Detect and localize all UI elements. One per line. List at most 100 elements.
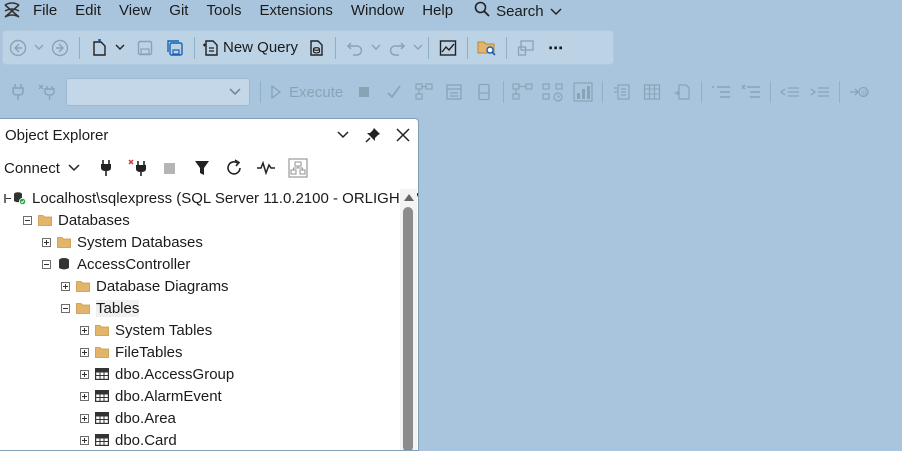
- results-to-file-button[interactable]: [670, 79, 694, 105]
- object-explorer-tree: Localhost\sqlexpress (SQL Server 11.0.21…: [0, 187, 418, 450]
- expand-plus-icon[interactable]: [42, 237, 51, 247]
- save-button[interactable]: [133, 35, 157, 61]
- results-to-text-button[interactable]: [610, 79, 634, 105]
- activity-monitor-button[interactable]: [436, 35, 460, 61]
- results-text-icon: [614, 84, 630, 100]
- window-position-button[interactable]: [328, 120, 358, 150]
- navigate-back-button[interactable]: [6, 35, 30, 61]
- indent-icon: [810, 87, 830, 97]
- auto-hide-button[interactable]: [358, 120, 388, 150]
- navigate-forward-button[interactable]: [48, 35, 72, 61]
- expand-plus-icon[interactable]: [80, 391, 89, 401]
- include-actual-plan-button[interactable]: [511, 79, 535, 105]
- toolbar-separator: [839, 81, 841, 103]
- filter-button[interactable]: [186, 154, 218, 182]
- change-connection-button[interactable]: [36, 79, 60, 105]
- tree-node[interactable]: dbo.Card: [0, 429, 400, 450]
- execute-button[interactable]: Execute: [265, 84, 349, 101]
- stop-button[interactable]: [154, 154, 186, 182]
- more-options-button[interactable]: ⋯: [544, 35, 568, 61]
- menu-view[interactable]: View: [110, 0, 160, 22]
- menu-extensions[interactable]: Extensions: [250, 0, 341, 22]
- toolbar-separator: [770, 81, 772, 103]
- database-engine-query-button[interactable]: [304, 35, 328, 61]
- cancel-query-button[interactable]: [352, 79, 376, 105]
- expand-plus-icon[interactable]: [61, 281, 70, 291]
- scroll-thumb[interactable]: [403, 207, 413, 450]
- back-dropdown-button[interactable]: [33, 35, 45, 61]
- increase-indent-button[interactable]: [808, 79, 832, 105]
- refresh-button[interactable]: [218, 154, 250, 182]
- available-databases-dropdown[interactable]: [66, 78, 250, 106]
- table-icon: [95, 411, 109, 425]
- save-all-button[interactable]: [163, 35, 187, 61]
- activity-monitor-button[interactable]: [250, 154, 282, 182]
- connect-object-explorer-button[interactable]: [90, 154, 122, 182]
- tree-node[interactable]: System Databases: [0, 231, 400, 253]
- redo-button[interactable]: [385, 35, 409, 61]
- tree-scrollbar[interactable]: [400, 189, 417, 450]
- tree-node[interactable]: dbo.Area: [0, 407, 400, 429]
- results-to-grid-button[interactable]: [640, 79, 664, 105]
- device-window-button[interactable]: [514, 35, 538, 61]
- connect-dropdown-button[interactable]: Connect: [4, 160, 80, 177]
- redo-dropdown[interactable]: [412, 35, 424, 61]
- collapse-minus-icon[interactable]: [61, 303, 70, 313]
- query-options-button[interactable]: [442, 79, 466, 105]
- menu-window[interactable]: Window: [342, 0, 413, 22]
- save-icon: [137, 40, 153, 55]
- expand-plus-icon[interactable]: [80, 369, 89, 379]
- disconnect-button[interactable]: [122, 154, 154, 182]
- uncomment-button[interactable]: [739, 79, 763, 105]
- toolbar-separator: [503, 81, 505, 103]
- live-query-stats-button[interactable]: [541, 79, 565, 105]
- undo-dropdown[interactable]: [370, 35, 382, 61]
- tree-node[interactable]: Localhost\sqlexpress (SQL Server 11.0.21…: [0, 187, 418, 209]
- schema-diagram-button[interactable]: [282, 154, 314, 182]
- stop-icon: [359, 87, 370, 97]
- collapse-minus-icon[interactable]: [42, 259, 51, 269]
- comment-out-button[interactable]: [709, 79, 733, 105]
- find-in-files-button[interactable]: [475, 35, 499, 61]
- undo-icon: [346, 41, 363, 56]
- menu-file[interactable]: File: [24, 0, 66, 22]
- tree-node[interactable]: dbo.AlarmEvent: [0, 385, 400, 407]
- intellisense-button[interactable]: [472, 79, 496, 105]
- tree-node[interactable]: AccessController: [0, 253, 400, 275]
- expand-plus-icon[interactable]: [80, 325, 89, 335]
- tree-node-label: AccessController: [77, 255, 191, 273]
- folder-search-icon: [477, 41, 496, 56]
- scroll-up-arrow-icon[interactable]: [404, 194, 414, 201]
- collapse-minus-icon[interactable]: [23, 215, 32, 225]
- collapse-minus-icon[interactable]: [4, 193, 11, 203]
- tree-node[interactable]: Database Diagrams: [0, 275, 400, 297]
- tree-node[interactable]: FileTables: [0, 341, 400, 363]
- display-estimated-plan-button[interactable]: [412, 79, 436, 105]
- menu-git[interactable]: Git: [160, 0, 197, 22]
- chevron-down-icon: [371, 44, 381, 50]
- undo-button[interactable]: [343, 35, 367, 61]
- decrease-indent-button[interactable]: [778, 79, 802, 105]
- tree-node[interactable]: System Tables: [0, 319, 400, 341]
- close-panel-button[interactable]: [388, 120, 418, 150]
- expand-plus-icon[interactable]: [80, 347, 89, 357]
- tree-node[interactable]: dbo.AccessGroup: [0, 363, 400, 385]
- tree-node[interactable]: Databases: [0, 209, 400, 231]
- connect-button[interactable]: [6, 79, 30, 105]
- new-query-button[interactable]: New Query: [199, 39, 301, 57]
- expand-plus-icon[interactable]: [80, 435, 89, 445]
- expand-plus-icon[interactable]: [80, 413, 89, 423]
- menu-tools[interactable]: Tools: [197, 0, 250, 22]
- specify-template-values-button[interactable]: @: [847, 79, 871, 105]
- ssms-logo-icon[interactable]: [0, 0, 24, 22]
- new-project-dropdown[interactable]: [114, 35, 126, 61]
- new-project-button[interactable]: [87, 35, 111, 61]
- tree-node[interactable]: Tables: [0, 297, 400, 319]
- folder-icon: [76, 301, 90, 315]
- menu-edit[interactable]: Edit: [66, 0, 110, 22]
- menu-help[interactable]: Help: [413, 0, 462, 22]
- uncomment-lines-icon: [741, 84, 761, 98]
- search-menu[interactable]: Search: [462, 0, 572, 22]
- parse-button[interactable]: [382, 79, 406, 105]
- client-statistics-button[interactable]: [571, 79, 595, 105]
